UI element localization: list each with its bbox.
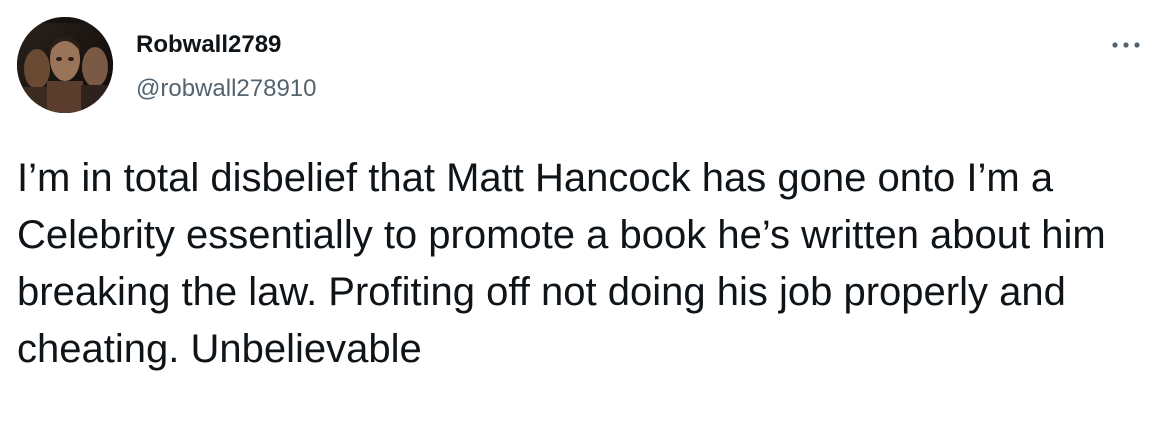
more-options-button[interactable] [1106, 30, 1146, 60]
more-options-icon [1112, 42, 1140, 48]
tweet-card: Robwall2789 @robwall278910 I’m in total … [0, 0, 1166, 426]
display-name[interactable]: Robwall2789 [136, 30, 281, 60]
tweet-text: I’m in total disbelief that Matt Hancock… [17, 156, 1106, 371]
user-handle[interactable]: @robwall278910 [136, 74, 316, 104]
avatar[interactable] [17, 17, 113, 113]
avatar-image [17, 17, 113, 113]
